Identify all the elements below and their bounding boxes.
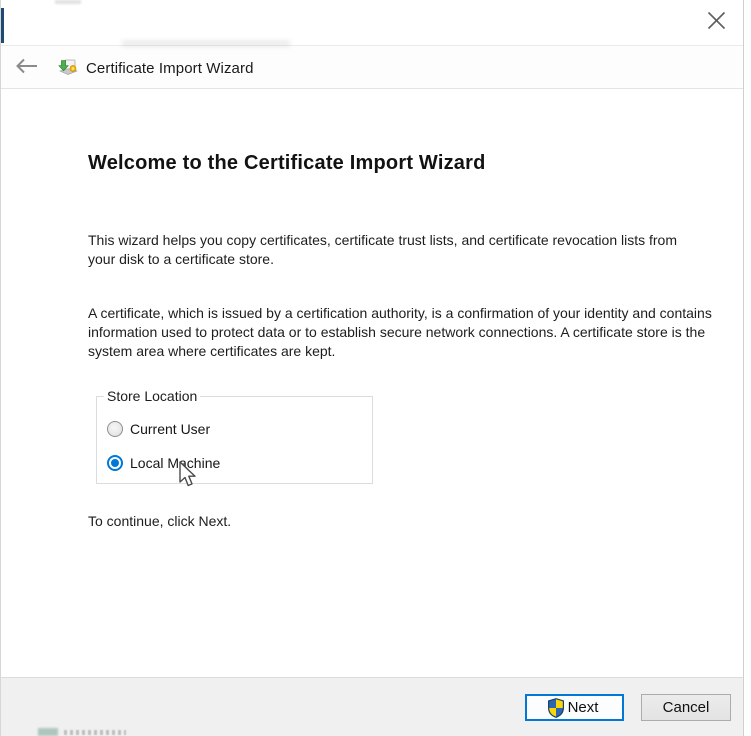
certificate-import-icon (57, 57, 79, 79)
radio-button-icon[interactable] (107, 421, 123, 437)
cancel-button[interactable]: Cancel (641, 694, 731, 721)
next-button-label: Next (567, 699, 599, 716)
next-button[interactable]: Next (525, 694, 624, 721)
store-location-groupbox: Store Location Current User Local Machin… (96, 388, 373, 484)
radio-current-user-label: Current User (130, 421, 211, 437)
intro-paragraph: This wizard helps you copy certificates,… (88, 232, 677, 267)
certificate-import-wizard-window: Certificate Import Wizard Welcome to the… (0, 0, 751, 736)
continue-hint: To continue, click Next. (88, 513, 232, 529)
description-paragraph: A certificate, which is issued by a cert… (88, 305, 712, 359)
close-button[interactable] (697, 6, 735, 40)
wizard-content: Welcome to the Certificate Import Wizard… (1, 90, 743, 677)
window-left-border (0, 0, 1, 736)
window-right-border (743, 0, 744, 736)
back-button[interactable] (11, 53, 43, 81)
back-arrow-icon (15, 55, 39, 79)
radio-current-user[interactable]: Current User (107, 420, 210, 438)
radio-local-machine-label: Local Machine (130, 455, 221, 471)
title-bar (1, 0, 743, 45)
wizard-header: Certificate Import Wizard (1, 45, 743, 89)
wizard-title: Certificate Import Wizard (86, 59, 254, 77)
page-heading: Welcome to the Certificate Import Wizard (88, 152, 486, 174)
cancel-button-label: Cancel (662, 699, 710, 716)
uac-shield-icon (547, 697, 565, 718)
radio-local-machine[interactable]: Local Machine (107, 454, 220, 472)
wizard-footer: Next Cancel (1, 677, 743, 736)
radio-button-selected-icon[interactable] (107, 455, 123, 471)
store-location-legend: Store Location (104, 388, 201, 404)
close-icon (707, 11, 726, 35)
